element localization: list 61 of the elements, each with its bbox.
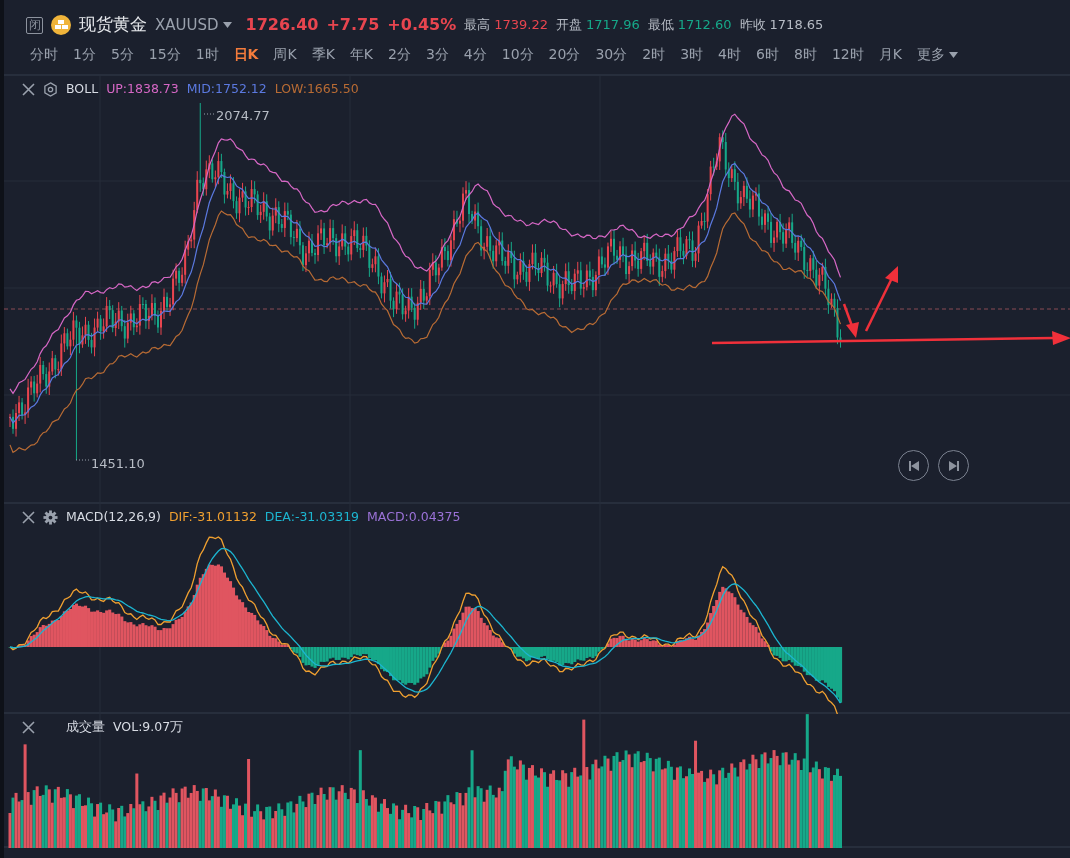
indicator-value: MACD:0.04375 xyxy=(367,508,461,526)
timeframe-tab[interactable]: 2分 xyxy=(384,44,415,65)
stat-value: 1739.22 xyxy=(494,16,549,35)
indicator-value: MID:1752.12 xyxy=(186,80,267,98)
timeframe-tab[interactable]: 15分 xyxy=(144,44,185,65)
stat-value: 1718.65 xyxy=(769,16,824,35)
indicator-value: DIF:-31.01132 xyxy=(168,508,257,526)
timeframe-tab[interactable]: 月K xyxy=(874,44,906,65)
skip-forward-icon xyxy=(947,459,960,472)
indicator-name: MACD(12,26,9) xyxy=(66,508,161,526)
stat-value: 1712.60 xyxy=(677,16,732,35)
timeframe-tab[interactable]: 季K xyxy=(307,44,339,65)
timeframe-tab[interactable]: 年K xyxy=(345,44,377,65)
indicator-value: DEA:-31.03319 xyxy=(264,508,360,526)
instrument-name: 现货黄金 xyxy=(79,13,147,37)
timeframe-tab[interactable]: 12时 xyxy=(827,44,868,65)
caret-icon xyxy=(948,51,958,58)
indicator-value: UP:1838.73 xyxy=(106,80,179,98)
timeframe-tab[interactable]: 30分 xyxy=(591,44,632,65)
last-price: 1726.40 xyxy=(245,14,319,36)
timeframe-tab[interactable]: 日K xyxy=(229,44,263,65)
timeframe-tab[interactable]: 6时 xyxy=(752,44,783,65)
indicator-value: LOW:1665.50 xyxy=(274,80,359,98)
stat-label: 开盘 xyxy=(556,16,583,35)
indicator-name: 成交量 xyxy=(66,718,105,736)
timeframe-tab[interactable]: 4分 xyxy=(459,44,491,65)
indicator-name: BOLL xyxy=(66,80,99,98)
price-change-percent: +0.45% xyxy=(387,14,457,36)
leader-line xyxy=(75,459,91,461)
timeframe-tab[interactable]: 20分 xyxy=(544,44,585,65)
timeframe-tab[interactable]: 3时 xyxy=(676,44,708,65)
skip-back-icon xyxy=(907,459,920,472)
timeframe-tab[interactable]: 10分 xyxy=(497,44,538,65)
settings-icon[interactable] xyxy=(43,509,58,525)
leader-line xyxy=(203,113,215,115)
timeframe-tab[interactable]: 1时 xyxy=(191,44,223,65)
bars-logo-icon xyxy=(51,15,71,35)
timeframe-tab[interactable]: 4时 xyxy=(714,44,746,65)
stat-value: 1717.96 xyxy=(586,16,640,35)
stat-label: 昨收 xyxy=(739,16,766,35)
close-icon[interactable] xyxy=(22,720,35,734)
timeframe-tab[interactable]: 2时 xyxy=(638,44,670,65)
timeframe-tab[interactable]: 分时 xyxy=(26,44,62,65)
close-badge[interactable]: 闭 xyxy=(26,16,43,34)
stat-label: 最高 xyxy=(464,16,491,35)
price-change: +7.75 xyxy=(326,14,380,36)
timeframe-tab[interactable]: 周K xyxy=(269,44,301,65)
close-icon[interactable] xyxy=(22,82,35,96)
close-icon[interactable] xyxy=(22,510,35,524)
timeframe-tab[interactable]: 8时 xyxy=(789,44,821,65)
low-price-label: 1451.10 xyxy=(91,456,145,471)
caret-icon xyxy=(222,22,232,28)
timeframe-tab[interactable]: 5分 xyxy=(106,44,138,65)
timeframe-tab[interactable]: 1分 xyxy=(69,44,100,65)
high-price-label: 2074.77 xyxy=(216,108,270,123)
more-dropdown[interactable]: 更多 xyxy=(912,44,962,65)
symbol-dropdown[interactable]: XAUUSD xyxy=(155,13,232,37)
indicator-value: VOL:9.07万 xyxy=(113,718,184,736)
timeframe-tab[interactable]: 3分 xyxy=(421,44,453,65)
hexagon-settings-icon[interactable] xyxy=(43,81,58,97)
stat-label: 最低 xyxy=(647,16,674,35)
